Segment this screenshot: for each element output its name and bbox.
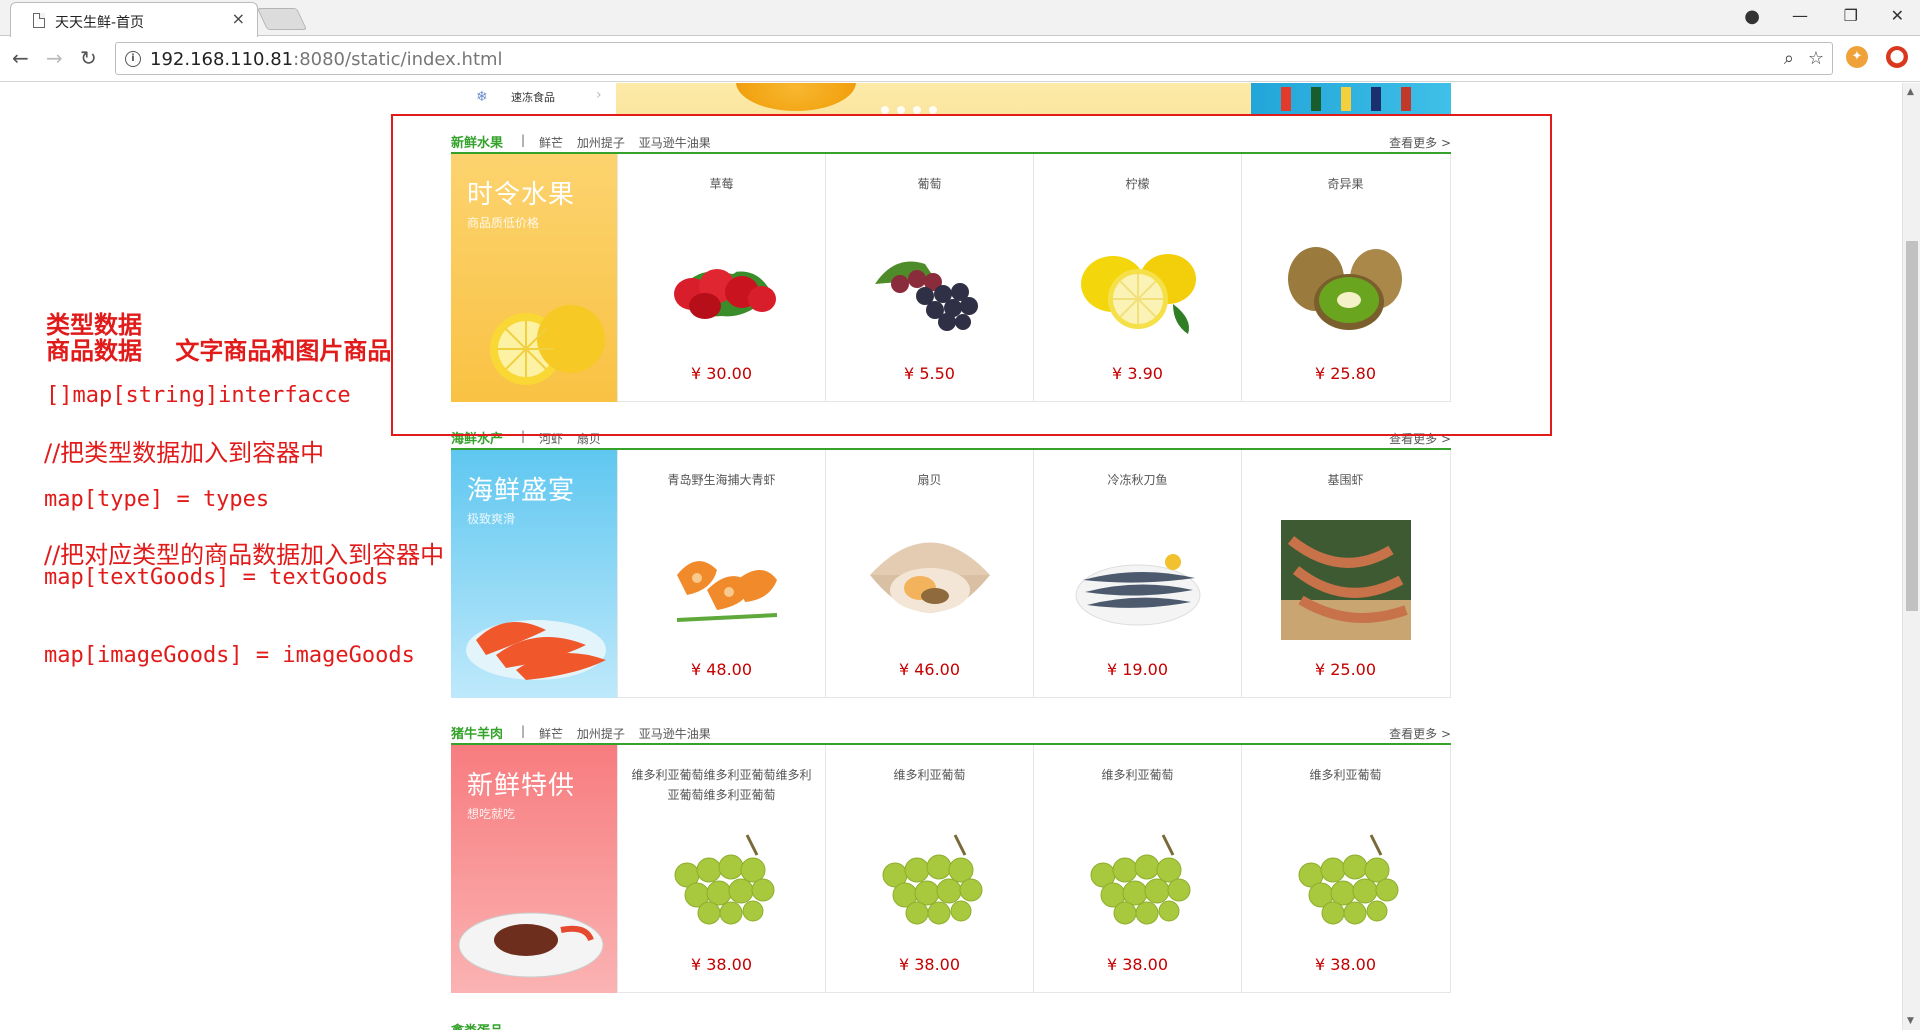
address-bar[interactable]: i 192.168.110.81:8080/static/index.html …	[115, 42, 1833, 75]
product-price: ¥ 46.00	[898, 660, 961, 679]
product-card[interactable]: 扇贝 ¥ 46.00	[825, 450, 1033, 698]
carousel-slide[interactable]	[616, 83, 1251, 115]
floor-banner[interactable]: 海鲜盛宴 极致爽滑	[451, 450, 617, 698]
goods-grid: 青岛野生海捕大青虾 ¥ 48.00 扇贝 ¥ 46.00 冷冻秋刀鱼 ¥ 19.…	[617, 450, 1451, 698]
mango-image	[736, 83, 856, 111]
chevron-right-icon: ›	[596, 87, 602, 103]
url-text: 192.168.110.81:8080/static/index.html	[150, 49, 503, 70]
scroll-up-icon[interactable]: ▲	[1907, 87, 1914, 97]
product-name[interactable]: 青岛野生海捕大青虾	[628, 470, 815, 490]
product-price: ¥ 25.00	[1314, 660, 1377, 679]
product-card[interactable]: 维多利亚葡萄 ¥ 38.00	[1241, 745, 1449, 993]
profile-icon[interactable]: ●	[1744, 6, 1760, 27]
product-name[interactable]: 维多利亚葡萄	[1252, 765, 1439, 785]
url-host: 192.168.110.81	[150, 49, 294, 70]
close-tab-icon[interactable]: ×	[232, 11, 245, 27]
green-grape-image	[1298, 834, 1399, 925]
steak-plate-image	[458, 912, 604, 978]
product-card[interactable]: 冷冻秋刀鱼 ¥ 19.00	[1033, 450, 1241, 698]
tab-title: 天天生鲜-首页	[55, 15, 145, 31]
floor-body: 海鲜盛宴 极致爽滑 青岛野生海捕大青虾 ¥ 48.00 扇贝 ¥ 46.00 冷…	[451, 450, 1451, 698]
product-card[interactable]: 维多利亚葡萄 ¥ 38.00	[825, 745, 1033, 993]
tiger-shrimp-image	[1281, 520, 1411, 640]
new-tab-button[interactable]	[256, 8, 308, 30]
product-card[interactable]: 维多利亚葡萄 ¥ 38.00	[1033, 745, 1241, 993]
banner-subtitle: 极致爽滑	[467, 512, 516, 526]
forward-icon[interactable]: →	[46, 46, 63, 70]
floor-body: 新鲜特供 想吃就吃 维多利亚葡萄维多利亚葡萄维多利亚葡萄维多利亚葡萄 ¥ 38.…	[451, 745, 1451, 993]
product-price: ¥ 38.00	[1314, 955, 1377, 974]
page-viewport: ❄ 速冻食品 › 新鲜水果 | 鲜芒 加州提子 亚马逊牛油果 查看更多 > 时令…	[0, 83, 1902, 1030]
floor-tag[interactable]: 鲜芒	[539, 727, 563, 741]
product-price: ¥ 48.00	[690, 660, 753, 679]
ad-banner[interactable]	[1251, 83, 1451, 115]
product-name[interactable]: 扇贝	[836, 470, 1023, 490]
floor-tags: 鲜芒 加州提子 亚马逊牛油果	[539, 725, 721, 742]
saury-fish-image	[1075, 554, 1201, 626]
scallop-image	[870, 542, 990, 613]
floor-title[interactable]: 禽类蛋品	[451, 1020, 503, 1030]
product-card[interactable]: 基围虾 ¥ 25.00	[1241, 450, 1449, 698]
restore-icon[interactable]: ❐	[1844, 6, 1858, 25]
annotation-code: map[textGoods] = textGoods	[44, 565, 389, 590]
annotation-code: []map[string]interfacce	[46, 383, 351, 408]
floor-seafood: 海鲜水产 | 河虾 扇贝 查看更多 > 海鲜盛宴 极致爽滑 青岛野生海捕大青虾	[451, 428, 1451, 698]
floor-meat: 猪牛羊肉 | 鲜芒 加州提子 亚马逊牛油果 查看更多 > 新鲜特供 想吃就吃 维…	[451, 723, 1451, 993]
snowflake-icon: ❄	[476, 89, 488, 105]
annotation-code: map[type] = types	[44, 487, 270, 512]
floor-separator: |	[521, 724, 526, 738]
category-menu-item[interactable]: ❄ 速冻食品 ›	[451, 83, 616, 115]
highlight-box	[391, 114, 1552, 436]
product-name[interactable]: 冷冻秋刀鱼	[1044, 470, 1231, 490]
floor-header: 猪牛羊肉 | 鲜芒 加州提子 亚马逊牛油果 查看更多 >	[451, 723, 1451, 745]
prawn-image	[676, 561, 778, 622]
bookmark-star-icon[interactable]: ☆	[1808, 48, 1824, 69]
url-path: :8080/static/index.html	[293, 49, 503, 70]
back-icon[interactable]: ←	[12, 46, 29, 70]
close-window-icon[interactable]: ✕	[1891, 6, 1904, 25]
floor-banner[interactable]: 新鲜特供 想吃就吃	[451, 745, 617, 993]
product-card[interactable]: 青岛野生海捕大青虾 ¥ 48.00	[617, 450, 825, 698]
green-grape-image	[1090, 834, 1191, 925]
floor-title[interactable]: 猪牛羊肉	[451, 723, 503, 742]
banner-title: 海鲜盛宴	[467, 476, 576, 506]
reload-icon[interactable]: ↻	[80, 46, 97, 70]
goods-grid: 维多利亚葡萄维多利亚葡萄维多利亚葡萄维多利亚葡萄 ¥ 38.00 维多利亚葡萄 …	[617, 745, 1451, 993]
product-name[interactable]: 维多利亚葡萄	[1044, 765, 1231, 785]
product-name[interactable]: 维多利亚葡萄维多利亚葡萄维多利亚葡萄维多利亚葡萄	[628, 765, 815, 805]
green-grape-image	[882, 834, 983, 925]
zoom-icon[interactable]: ⌕	[1784, 48, 1794, 69]
scrollbar-thumb[interactable]	[1906, 241, 1918, 611]
banner-subtitle: 想吃就吃	[467, 807, 516, 821]
site-info-icon[interactable]: i	[125, 51, 141, 67]
tab-strip: 天天生鲜-首页 × ● — ❐ ✕	[0, 0, 1920, 37]
page-icon	[33, 13, 45, 28]
minimize-icon[interactable]: —	[1792, 6, 1808, 25]
product-name[interactable]: 维多利亚葡萄	[836, 765, 1023, 785]
product-price: ¥ 19.00	[1106, 660, 1169, 679]
extension-fox-icon[interactable]: ✦	[1846, 46, 1868, 68]
extension-red-icon[interactable]: ⬤	[1886, 46, 1908, 68]
product-price: ¥ 38.00	[1106, 955, 1169, 974]
floor-tag[interactable]: 亚马逊牛油果	[639, 727, 711, 741]
green-grape-image	[674, 834, 775, 925]
shrimp-banner-image	[466, 620, 606, 680]
product-card[interactable]: 维多利亚葡萄维多利亚葡萄维多利亚葡萄维多利亚葡萄 ¥ 38.00	[617, 745, 825, 993]
browser-toolbar: ← → ↻ i 192.168.110.81:8080/static/index…	[0, 37, 1920, 82]
scroll-down-icon[interactable]: ▼	[1907, 1016, 1914, 1026]
banner-title: 新鲜特供	[467, 771, 576, 801]
product-name[interactable]: 基围虾	[1252, 470, 1439, 490]
view-more-link[interactable]: 查看更多 >	[1389, 725, 1451, 742]
annotation-comment: //把类型数据加入到容器中	[44, 439, 325, 467]
floor-tag[interactable]: 加州提子	[577, 727, 625, 741]
vertical-scrollbar[interactable]: ▲ ▼	[1902, 83, 1920, 1030]
product-price: ¥ 38.00	[898, 955, 961, 974]
product-price: ¥ 38.00	[690, 955, 753, 974]
menu-item-label: 速冻食品	[511, 91, 555, 104]
annotation-code: map[imageGoods] = imageGoods	[44, 643, 415, 668]
top-banner-strip: ❄ 速冻食品 ›	[451, 83, 1451, 115]
browser-tab-active[interactable]: 天天生鲜-首页 ×	[10, 2, 258, 37]
annotation-text: 商品数据 文字商品和图片商品	[46, 337, 392, 365]
